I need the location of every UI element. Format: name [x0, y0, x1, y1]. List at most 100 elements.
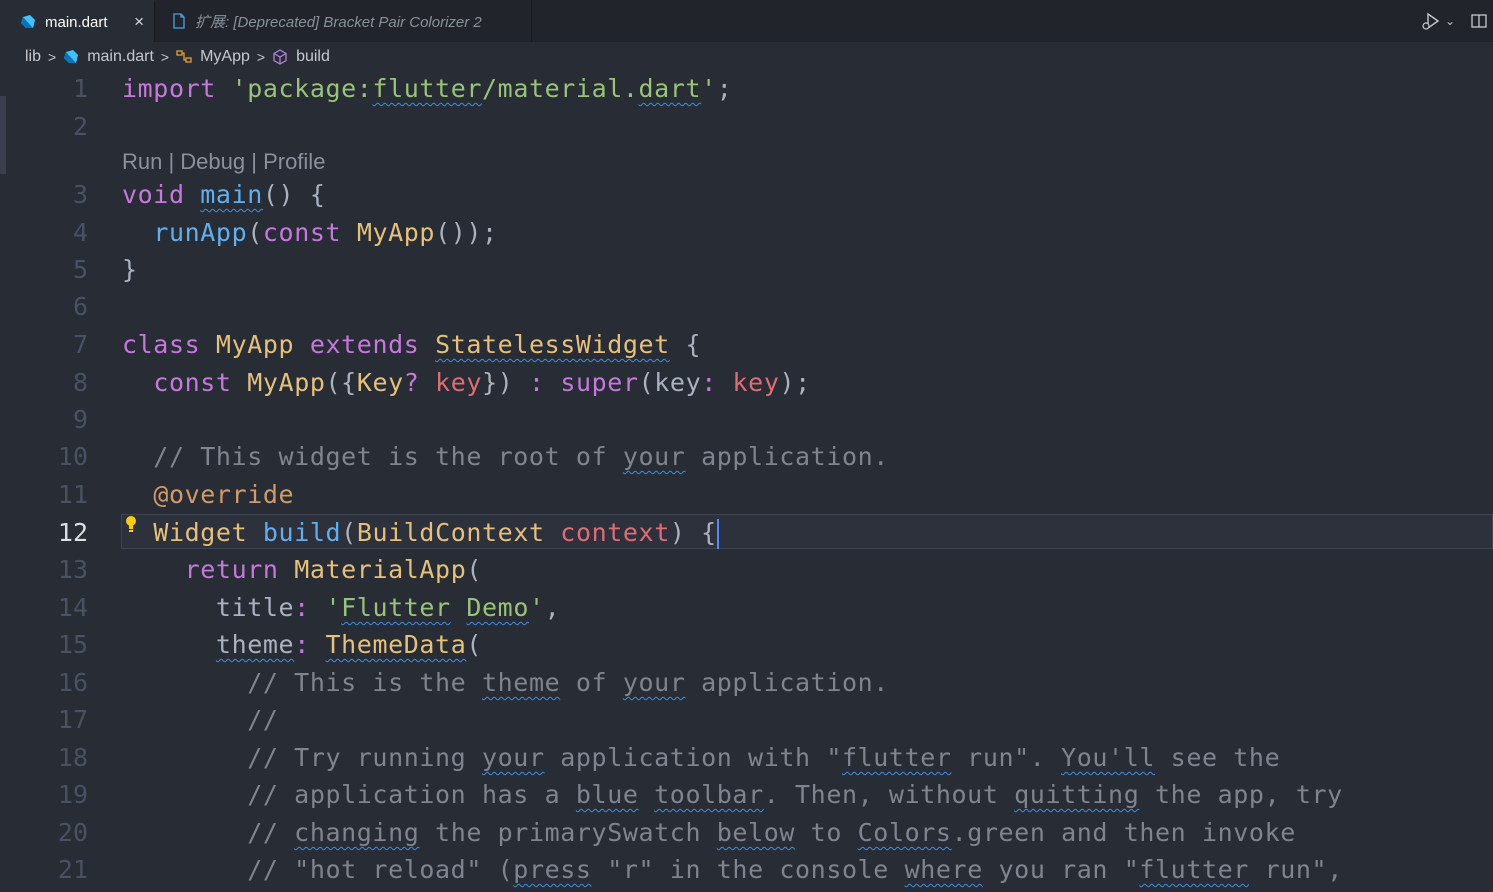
- code-line[interactable]: 19 // application has a blue toolbar. Th…: [0, 776, 1493, 813]
- breadcrumb-item-build[interactable]: build: [272, 48, 330, 66]
- code-token: // application has a: [122, 780, 576, 809]
- code-token: 'package:: [231, 74, 373, 103]
- code-line[interactable]: 15 theme: ThemeData(: [0, 626, 1493, 663]
- file-icon: [173, 13, 185, 29]
- codelens-run-debug-profile[interactable]: Run | Debug | Profile: [122, 146, 325, 178]
- code-token: ({: [325, 368, 357, 397]
- code-token: // This is the: [122, 668, 482, 697]
- code-token: MyApp: [356, 218, 436, 247]
- code-line[interactable]: 10 // This widget is the root of your ap…: [0, 438, 1493, 475]
- code-text: // This is the theme of your application…: [122, 664, 889, 701]
- code-token: application.: [685, 668, 889, 697]
- code-token: // This widget is the root of: [122, 442, 623, 471]
- code-token: your: [622, 442, 686, 471]
- code-token: (: [341, 518, 357, 547]
- breadcrumb-item-myapp[interactable]: MyApp: [176, 48, 250, 66]
- line-number: 8: [72, 368, 88, 397]
- code-token: @override: [153, 480, 295, 509]
- line-number: 20: [57, 818, 88, 847]
- code-token: }): [482, 368, 530, 397]
- code-line[interactable]: 9: [0, 401, 1493, 438]
- code-line[interactable]: 17 //: [0, 701, 1493, 738]
- code-token: where: [904, 855, 983, 884]
- line-number: 4: [72, 218, 88, 247]
- code-token: return: [184, 555, 279, 584]
- code-token: the app, try: [1139, 780, 1343, 809]
- line-number: 10: [57, 442, 88, 471]
- code-token: flutter: [841, 743, 952, 772]
- code-line[interactable]: 2: [0, 108, 1493, 145]
- code-text: theme: ThemeData(: [122, 626, 482, 663]
- tab-bar: main.dart × 扩展: [Deprecated] Bracket Pai…: [0, 0, 1493, 42]
- code-token: BuildContext: [356, 518, 545, 547]
- code-line[interactable]: 3 void main() {: [0, 176, 1493, 213]
- code-line[interactable]: 6: [0, 288, 1493, 325]
- code-line[interactable]: 7 class MyApp extends StatelessWidget {: [0, 326, 1493, 363]
- chevron-down-icon[interactable]: ⌄: [1445, 14, 1455, 28]
- code-line[interactable]: 21 // "hot reload" (press "r" in the con…: [0, 851, 1493, 888]
- code-line[interactable]: 11 @override: [0, 476, 1493, 513]
- line-number: 2: [72, 112, 88, 141]
- code-token: const: [153, 368, 232, 397]
- code-line[interactable]: 18 // Try running your application with …: [0, 739, 1493, 776]
- run-debug-icon[interactable]: [1421, 12, 1441, 30]
- code-token: (key: [638, 368, 702, 397]
- breadcrumb-label: MyApp: [200, 48, 250, 65]
- code-token: toolbar: [654, 780, 764, 809]
- dart-icon: [64, 50, 79, 63]
- code-line[interactable]: 8 const MyApp({Key? key}) : super(key: k…: [0, 364, 1493, 401]
- code-token: the primarySwatch: [419, 818, 717, 847]
- code-line[interactable]: 13 return MaterialApp(: [0, 551, 1493, 588]
- code-line[interactable]: 1 import 'package:flutter/material.dart';: [0, 70, 1493, 107]
- code-token: Key: [356, 368, 404, 397]
- code-token: import: [122, 74, 216, 103]
- tab-extension-bracket-pair-colorizer[interactable]: 扩展: [Deprecated] Bracket Pair Colorizer …: [155, 0, 532, 42]
- code-token: (: [466, 555, 483, 584]
- code-token: );: [779, 368, 811, 397]
- code-text: class MyApp extends StatelessWidget {: [122, 326, 701, 363]
- close-icon[interactable]: ×: [134, 12, 144, 32]
- code-token: application.: [685, 442, 889, 471]
- code-token: "r" in the console: [591, 855, 905, 884]
- code-token: run".: [951, 743, 1062, 772]
- code-token: StatelessWidget: [435, 330, 670, 359]
- code-line[interactable]: 12 Widget build(BuildContext context) {: [0, 514, 1493, 551]
- split-editor-icon[interactable]: [1471, 13, 1487, 29]
- code-line[interactable]: 16 // This is the theme of your applicat…: [0, 664, 1493, 701]
- method-icon: [273, 49, 287, 65]
- line-number: 7: [72, 330, 88, 359]
- chevron-right-icon: >: [48, 49, 57, 65]
- code-line[interactable]: 5}: [0, 251, 1493, 288]
- breadcrumb-item-lib[interactable]: lib: [25, 48, 41, 66]
- code-line[interactable]: 14 title: 'Flutter Demo',: [0, 589, 1493, 626]
- breadcrumb: lib > main.dart > MyApp > build: [25, 44, 330, 70]
- code-token: () {: [262, 180, 326, 209]
- code-token: ThemeData: [325, 630, 467, 659]
- code-line[interactable]: 4 runApp(const MyApp());: [0, 214, 1493, 251]
- code-text: //: [122, 701, 279, 738]
- tab-main-dart[interactable]: main.dart ×: [0, 0, 155, 42]
- code-token: ());: [435, 218, 498, 247]
- code-editor[interactable]: Run | Debug | Profile 1 import 'package:f…: [0, 70, 1493, 892]
- code-token: MaterialApp: [294, 555, 467, 584]
- code-text: // This widget is the root of your appli…: [122, 438, 889, 475]
- code-token: ': [528, 593, 545, 622]
- code-token: (: [466, 630, 483, 659]
- code-token: ,: [544, 593, 561, 622]
- code-line[interactable]: 20 // changing the primarySwatch below t…: [0, 814, 1493, 851]
- code-text: Widget build(BuildContext context) {: [122, 514, 719, 551]
- breadcrumb-item-main-dart[interactable]: main.dart: [63, 48, 154, 66]
- code-token: see the: [1155, 743, 1281, 772]
